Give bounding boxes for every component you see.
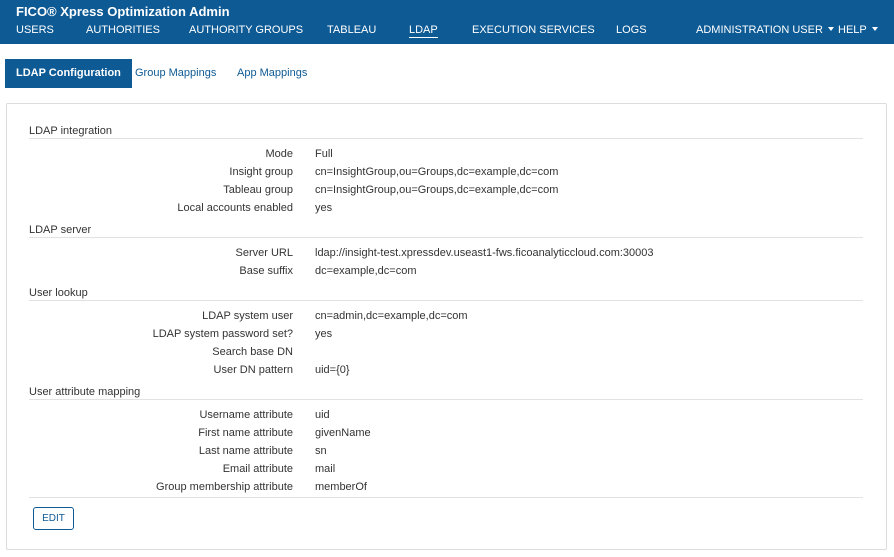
administration-user-menu[interactable]: ADMINISTRATION USER [696, 24, 834, 36]
nav-tableau[interactable]: TABLEAU [327, 24, 376, 36]
value-base-suffix: dc=example,dc=com [315, 265, 417, 277]
value-server-url: ldap://insight-test.xpressdev.useast1-fw… [315, 247, 654, 259]
value-local-accounts-enabled: yes [315, 202, 333, 214]
label-insight-group: Insight group [229, 166, 293, 178]
label-last-name-attribute: Last name attribute [198, 445, 293, 457]
nav-users[interactable]: USERS [16, 24, 54, 36]
label-group-membership-attribute: Group membership attribute [156, 481, 293, 493]
help-menu-label: HELP [838, 24, 867, 36]
section-title-user-attribute-mapping: User attribute mapping [29, 386, 141, 398]
label-tableau-group: Tableau group [223, 184, 293, 196]
value-insight-group: cn=InsightGroup,ou=Groups,dc=example,dc=… [315, 166, 559, 178]
section-divider [29, 399, 863, 400]
value-ldap-system-password-set: yes [315, 328, 333, 340]
label-server-url: Server URL [235, 247, 293, 259]
section-title-ldap-integration: LDAP integration [29, 125, 112, 137]
label-local-accounts-enabled: Local accounts enabled [177, 202, 293, 214]
section-divider [29, 300, 863, 301]
label-search-base-dn: Search base DN [212, 346, 293, 358]
section-title-ldap-server: LDAP server [29, 224, 92, 236]
value-ldap-system-user: cn=admin,dc=example,dc=com [315, 310, 468, 322]
tab-group-mappings[interactable]: Group Mappings [135, 59, 216, 88]
tab-app-mappings[interactable]: App Mappings [237, 59, 307, 88]
value-first-name-attribute: givenName [315, 427, 371, 439]
chevron-down-icon [871, 27, 878, 31]
tab-ldap-configuration[interactable]: LDAP Configuration [5, 59, 132, 88]
help-menu[interactable]: HELP [838, 24, 878, 36]
value-tableau-group: cn=InsightGroup,ou=Groups,dc=example,dc=… [315, 184, 559, 196]
app-title: FICO® Xpress Optimization Admin [16, 4, 230, 19]
value-username-attribute: uid [315, 409, 330, 421]
nav-ldap[interactable]: LDAP [409, 24, 438, 38]
edit-button[interactable]: EDIT [33, 507, 74, 530]
nav-authority-groups[interactable]: AUTHORITY GROUPS [189, 24, 303, 36]
value-mode: Full [315, 148, 333, 160]
value-group-membership-attribute: memberOf [315, 481, 367, 493]
label-first-name-attribute: First name attribute [198, 427, 293, 439]
label-user-dn-pattern: User DN pattern [213, 364, 293, 376]
top-navbar: FICO® Xpress Optimization Admin USERS AU… [0, 0, 894, 44]
value-last-name-attribute: sn [315, 445, 327, 457]
label-username-attribute: Username attribute [199, 409, 293, 421]
nav-execution-services[interactable]: EXECUTION SERVICES [472, 24, 595, 36]
section-divider [29, 497, 863, 498]
label-base-suffix: Base suffix [239, 265, 293, 277]
nav-authorities[interactable]: AUTHORITIES [86, 24, 160, 36]
label-ldap-system-password-set: LDAP system password set? [152, 328, 293, 340]
value-user-dn-pattern: uid={0} [315, 364, 350, 376]
user-menu-label: ADMINISTRATION USER [696, 24, 823, 36]
section-divider [29, 237, 863, 238]
section-divider [29, 138, 863, 139]
value-email-attribute: mail [315, 463, 336, 475]
section-title-user-lookup: User lookup [29, 287, 88, 299]
chevron-down-icon [827, 27, 834, 31]
label-ldap-system-user: LDAP system user [202, 310, 293, 322]
nav-logs[interactable]: LOGS [616, 24, 647, 36]
label-email-attribute: Email attribute [222, 463, 293, 475]
label-mode: Mode [265, 148, 293, 160]
